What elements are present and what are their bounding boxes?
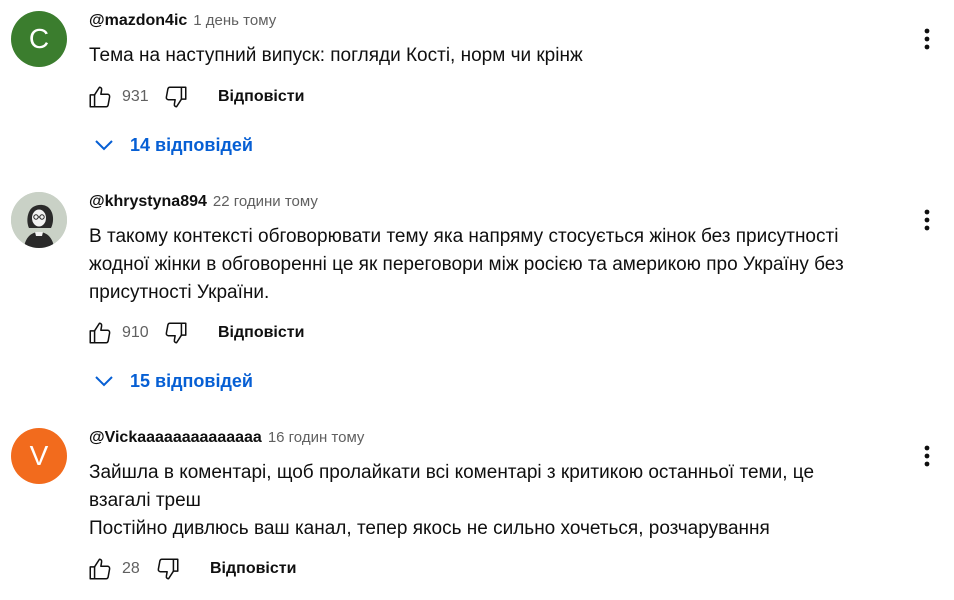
like-count: 28 bbox=[122, 560, 140, 577]
avatar-illustration bbox=[11, 192, 67, 248]
avatar[interactable]: V bbox=[11, 428, 67, 484]
reply-button[interactable]: Відповісти bbox=[218, 324, 304, 342]
thumb-up-icon[interactable] bbox=[86, 83, 114, 111]
comment-actions: 28 Відповісти bbox=[86, 553, 296, 585]
comment-header: @mazdon4ic 1 день тому bbox=[89, 12, 276, 34]
comments-section: C @mazdon4ic 1 день тому Тема на наступн… bbox=[0, 0, 954, 600]
comment-actions: 931 Відповісти bbox=[86, 81, 304, 113]
comment-line: В такому контексті обговорювати тему яка… bbox=[89, 226, 839, 247]
like-count: 931 bbox=[122, 88, 149, 105]
comment-text: Зайшла в коментарі, щоб пролайкати всі к… bbox=[89, 459, 909, 543]
avatar[interactable] bbox=[11, 192, 67, 248]
comment-line: Тема на наступний випуск: погляди Кості,… bbox=[89, 45, 583, 66]
comment-header: @khrystyna894 22 години тому bbox=[89, 193, 318, 215]
author-name[interactable]: @mazdon4ic bbox=[89, 12, 187, 30]
replies-count: 15 відповідей bbox=[130, 370, 253, 391]
comment-line: жодної жінки в обговоренні це як перегов… bbox=[89, 254, 844, 275]
comment-text: В такому контексті обговорювати тему яка… bbox=[89, 223, 909, 307]
avatar[interactable]: C bbox=[11, 11, 67, 67]
like-count: 910 bbox=[122, 324, 149, 341]
author-name[interactable]: @khrystyna894 bbox=[89, 193, 207, 211]
comment-header: @Vickaaaaaaaaaaaaaa 16 годин тому bbox=[89, 429, 364, 451]
chevron-down-icon bbox=[92, 133, 116, 157]
comment-line: присутності України. bbox=[89, 282, 270, 303]
reply-button[interactable]: Відповісти bbox=[218, 88, 304, 106]
comment-line: взагалі треш bbox=[89, 490, 201, 511]
comment-line: Постійно дивлюсь ваш канал, тепер якось … bbox=[89, 518, 770, 539]
replies-toggle[interactable]: 15 відповідей bbox=[92, 366, 253, 396]
replies-toggle[interactable]: 14 відповідей bbox=[92, 130, 253, 160]
avatar-letter: V bbox=[29, 440, 49, 471]
thumb-down-icon[interactable] bbox=[154, 555, 182, 583]
thumb-down-icon[interactable] bbox=[162, 83, 190, 111]
chevron-down-icon bbox=[92, 369, 116, 393]
reply-button[interactable]: Відповісти bbox=[210, 560, 296, 578]
replies-count: 14 відповідей bbox=[130, 134, 253, 155]
more-vert-icon[interactable] bbox=[912, 441, 942, 471]
comment-time[interactable]: 1 день тому bbox=[193, 12, 276, 29]
author-name[interactable]: @Vickaaaaaaaaaaaaaa bbox=[89, 429, 262, 447]
more-vert-icon[interactable] bbox=[912, 205, 942, 235]
more-vert-icon[interactable] bbox=[912, 24, 942, 54]
thumb-down-icon[interactable] bbox=[162, 319, 190, 347]
comment-text: Тема на наступний випуск: погляди Кості,… bbox=[89, 42, 909, 70]
thumb-up-icon[interactable] bbox=[86, 319, 114, 347]
thumb-up-icon[interactable] bbox=[86, 555, 114, 583]
comment-time[interactable]: 22 години тому bbox=[213, 193, 318, 210]
avatar-letter: C bbox=[28, 23, 50, 54]
comment-actions: 910 Відповісти bbox=[86, 317, 304, 349]
comment-line: Зайшла в коментарі, щоб пролайкати всі к… bbox=[89, 462, 815, 483]
comment-time[interactable]: 16 годин тому bbox=[268, 429, 365, 446]
